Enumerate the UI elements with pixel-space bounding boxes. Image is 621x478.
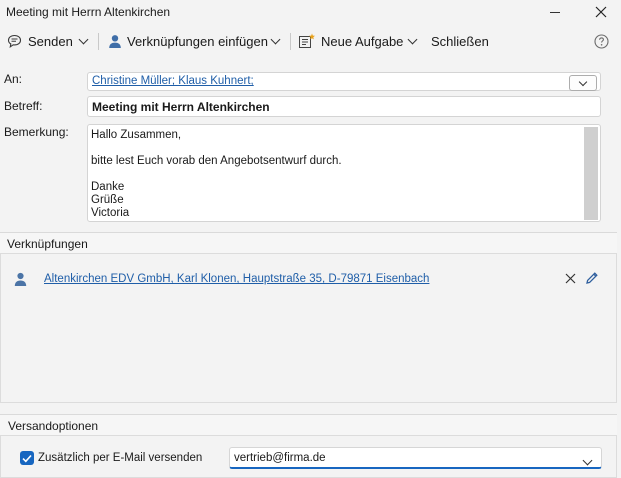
remark-textarea[interactable]: Hallo Zusammen, bitte lest Euch vorab de… <box>87 124 601 222</box>
email-address-value: vertrieb@firma.de <box>234 452 326 464</box>
new-task-label: Neue Aufgabe <box>321 33 404 49</box>
remark-line: Danke <box>91 181 125 193</box>
chevron-down-icon <box>407 34 418 44</box>
toolbar-separator <box>290 33 291 50</box>
remark-line: bitte lest Euch vorab den Angebotsentwur… <box>91 155 342 167</box>
toolbar: Senden Verknüpfungen einfügen Neue Aufga… <box>0 27 621 55</box>
remark-line: Victoria <box>91 207 130 219</box>
email-address-combobox[interactable]: vertrieb@firma.de <box>229 447 602 469</box>
subject-field[interactable]: Meeting mit Herrn Altenkirchen <box>87 96 601 117</box>
close-icon <box>565 273 576 284</box>
close-window-button[interactable] <box>586 0 616 24</box>
links-panel: Altenkirchen EDV GmbH, Karl Klonen, Haup… <box>0 253 617 403</box>
remark-text: Hallo Zusammen, bitte lest Euch vorab de… <box>91 129 342 220</box>
close-icon <box>595 6 607 18</box>
title-bar: Meeting mit Herrn Altenkirchen <box>0 0 621 26</box>
send-options-title: Versandoptionen <box>8 419 99 433</box>
send-options-panel: Zusätzlich per E-Mail versenden vertrieb… <box>0 435 617 478</box>
person-icon <box>108 34 122 49</box>
remark-scrollbar[interactable] <box>584 127 598 220</box>
email-checkbox[interactable] <box>20 451 34 465</box>
edit-link-button[interactable] <box>585 271 599 288</box>
send-dropdown-button[interactable] <box>78 27 89 55</box>
new-task-dropdown-button[interactable] <box>407 27 418 55</box>
links-section-title: Verknüpfungen <box>7 237 88 251</box>
new-task-icon <box>298 33 316 49</box>
minimize-button[interactable] <box>540 0 570 24</box>
subject-value: Meeting mit Herrn Altenkirchen <box>92 100 270 114</box>
remark-line <box>91 142 342 155</box>
link-contact[interactable]: Altenkirchen EDV GmbH, Karl Klonen, Haup… <box>44 273 429 285</box>
chevron-down-icon <box>78 34 89 44</box>
new-task-button[interactable]: Neue Aufgabe <box>298 27 403 55</box>
window-title: Meeting mit Herrn Altenkirchen <box>6 5 171 19</box>
chevron-down-icon <box>578 77 588 86</box>
remark-line: Hallo Zusammen, <box>91 129 182 141</box>
list-item[interactable]: Altenkirchen EDV GmbH, Karl Klonen, Haup… <box>1 268 616 292</box>
send-label: Senden <box>28 33 73 49</box>
insert-links-dropdown-button[interactable] <box>270 27 281 55</box>
to-dropdown-button[interactable] <box>569 75 597 91</box>
person-icon <box>14 272 27 287</box>
toolbar-separator <box>98 33 99 50</box>
insert-links-label: Verknüpfungen einfügen <box>127 33 268 49</box>
help-button[interactable] <box>594 27 609 55</box>
send-options-header: Versandoptionen <box>0 414 617 436</box>
send-icon <box>7 34 22 49</box>
to-label: An: <box>4 72 23 86</box>
subject-label: Betreff: <box>4 99 43 113</box>
chevron-down-icon[interactable] <box>582 453 593 467</box>
checkmark-icon <box>22 454 32 462</box>
minimize-icon <box>550 11 560 13</box>
send-button[interactable]: Senden <box>7 27 73 55</box>
remove-link-button[interactable] <box>565 273 576 287</box>
insert-links-button[interactable]: Verknüpfungen einfügen <box>108 27 268 55</box>
to-field[interactable]: Christine Müller; Klaus Kuhnert; <box>87 72 601 91</box>
to-recipients[interactable]: Christine Müller; Klaus Kuhnert; <box>92 75 254 87</box>
pencil-icon <box>586 272 598 284</box>
remark-line <box>91 168 342 181</box>
chevron-down-icon <box>270 34 281 44</box>
remark-label: Bemerkung: <box>4 125 69 139</box>
email-checkbox-label[interactable]: Zusätzlich per E-Mail versenden <box>38 452 202 464</box>
help-icon <box>594 33 609 49</box>
close-form-button[interactable]: Schließen <box>431 27 489 55</box>
close-form-label: Schließen <box>431 33 489 49</box>
remark-line: Grüße <box>91 194 124 206</box>
links-section-header: Verknüpfungen <box>0 232 617 254</box>
